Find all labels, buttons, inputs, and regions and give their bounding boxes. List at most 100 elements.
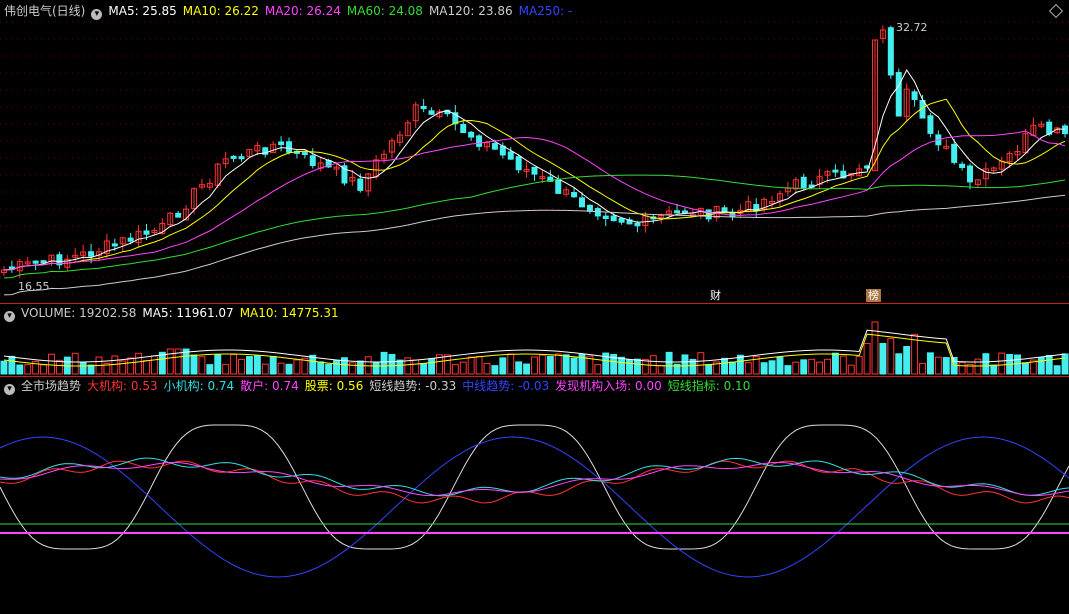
candle-body (420, 105, 427, 110)
volume-bar (855, 355, 863, 375)
candle-body (40, 260, 47, 264)
volume-bar (562, 354, 570, 375)
volume-bar (71, 352, 79, 375)
volume-bar (594, 364, 602, 375)
legend-item: MA120: 23.86 (428, 4, 513, 18)
volume-bar (261, 363, 269, 375)
candle-body (911, 91, 918, 101)
volume-bar (230, 354, 238, 375)
volume-bar (554, 353, 562, 375)
rank-tag[interactable]: 榜 (866, 289, 881, 302)
indicator-pane[interactable]: ▾ 全市场趋势 大机构: 0.53 小机构: 0.74 散户: 0.74 股票: 0.56… (0, 377, 1069, 614)
legend-item: MA60: 24.08 (346, 4, 423, 18)
candle-body (531, 166, 538, 175)
volume-bar (150, 355, 158, 375)
candle-body (507, 151, 514, 160)
volume-bar (190, 354, 198, 375)
candle-body (832, 169, 839, 173)
candle-body (959, 163, 966, 168)
volume-bar (919, 362, 926, 375)
candle-body (309, 155, 316, 166)
price-pane[interactable]: 伟创电气(日线) ▾ MA5: 25.85 MA10: 26.22 MA20: 26.2… (0, 0, 1069, 303)
volume-bar (48, 353, 55, 375)
volume-bar (467, 356, 475, 375)
candle-body (602, 215, 609, 219)
high-price-label: 32.72 (896, 21, 928, 34)
volume-bar (285, 363, 293, 375)
candle-body (674, 210, 681, 214)
legend-item: MA10: 26.22 (182, 4, 259, 18)
volume-bar (816, 361, 824, 375)
legend-item: MA5: 25.85 (108, 4, 177, 18)
legend-item: MA10: 14775.31 (239, 306, 339, 320)
volume-bar (475, 356, 483, 375)
volume-pane[interactable]: ▾ VOLUME: 19202.58 MA5: 11961.07 MA10: 1477… (0, 304, 1069, 376)
volume-bar (729, 361, 736, 375)
candle-body (127, 237, 134, 242)
volume-bar (998, 352, 1006, 375)
candle-body (555, 179, 562, 194)
volume-bar (111, 355, 119, 375)
indicator-legend: ▾ 全市场趋势 大机构: 0.53 小机构: 0.74 散户: 0.74 股票: 0.56… (4, 378, 762, 395)
volume-bar (238, 358, 245, 375)
volume-bar (372, 362, 380, 375)
candle-body (88, 251, 95, 257)
volume-bar (515, 361, 523, 375)
volume-bar (443, 354, 451, 375)
volume-bar (697, 352, 705, 375)
volume-legend-items: VOLUME: 19202.58 MA5: 11961.07 MA10: 14775… (21, 306, 345, 320)
volume-bar (507, 353, 515, 375)
volume-bar (40, 364, 48, 375)
candle-body (800, 176, 807, 188)
pane-separator (0, 303, 1069, 304)
legend-item: MA20: 26.24 (264, 4, 341, 18)
volume-bar (1037, 356, 1045, 375)
settings-gear-icon[interactable]: ▾ (91, 9, 103, 20)
volume-bar (570, 357, 578, 375)
volume-bar (1045, 354, 1053, 375)
candle-body (927, 115, 934, 134)
candle-body (571, 192, 578, 198)
candle-body (238, 156, 245, 160)
volume-bar (736, 354, 744, 375)
ma20-line (3, 130, 1066, 271)
settings-gear-icon[interactable]: ▾ (4, 311, 15, 322)
ma120-line (3, 194, 1066, 296)
stock-title: 伟创电气(日线) (4, 4, 86, 18)
price-legend: 伟创电气(日线) ▾ MA5: 25.85 MA10: 26.22 MA20: 26.2… (4, 3, 584, 20)
volume-bar (55, 359, 63, 375)
volume-legend: ▾ VOLUME: 19202.58 MA5: 11961.07 MA10: 1477… (4, 305, 351, 322)
candle-body (357, 178, 364, 191)
volume-bar (681, 354, 689, 375)
candle-body (111, 243, 118, 247)
finance-tag[interactable]: 财 (708, 289, 723, 302)
settings-gear-icon[interactable]: ▾ (4, 384, 15, 395)
volume-bar (839, 355, 847, 375)
volume-bar (721, 357, 729, 375)
volume-bar (768, 360, 776, 375)
volume-bar (626, 359, 633, 375)
pane-separator (0, 376, 1069, 377)
price-chart (0, 21, 1069, 296)
volume-bar (824, 358, 831, 375)
volume-bar (380, 351, 388, 375)
volume-bar (1053, 365, 1061, 375)
volume-bar (926, 352, 934, 375)
legend-item: MA250: - (518, 4, 573, 18)
volume-bar (87, 364, 95, 375)
volume-bar (705, 364, 713, 375)
volume-bar (665, 351, 673, 375)
volume-bar (269, 356, 277, 375)
volume-bar (396, 359, 404, 375)
volume-bar (744, 362, 752, 375)
volume-bar (800, 359, 808, 375)
volume-bar (1021, 362, 1029, 375)
short-trend-line (0, 424, 1069, 550)
candle-body (468, 131, 475, 138)
legend-item: 中线趋势: -0.03 (462, 379, 550, 393)
mid-trend-line (0, 436, 1069, 578)
candle-body (230, 155, 237, 159)
volume-bar (8, 355, 16, 375)
volume-bar (459, 361, 467, 375)
candle-body (301, 152, 308, 156)
